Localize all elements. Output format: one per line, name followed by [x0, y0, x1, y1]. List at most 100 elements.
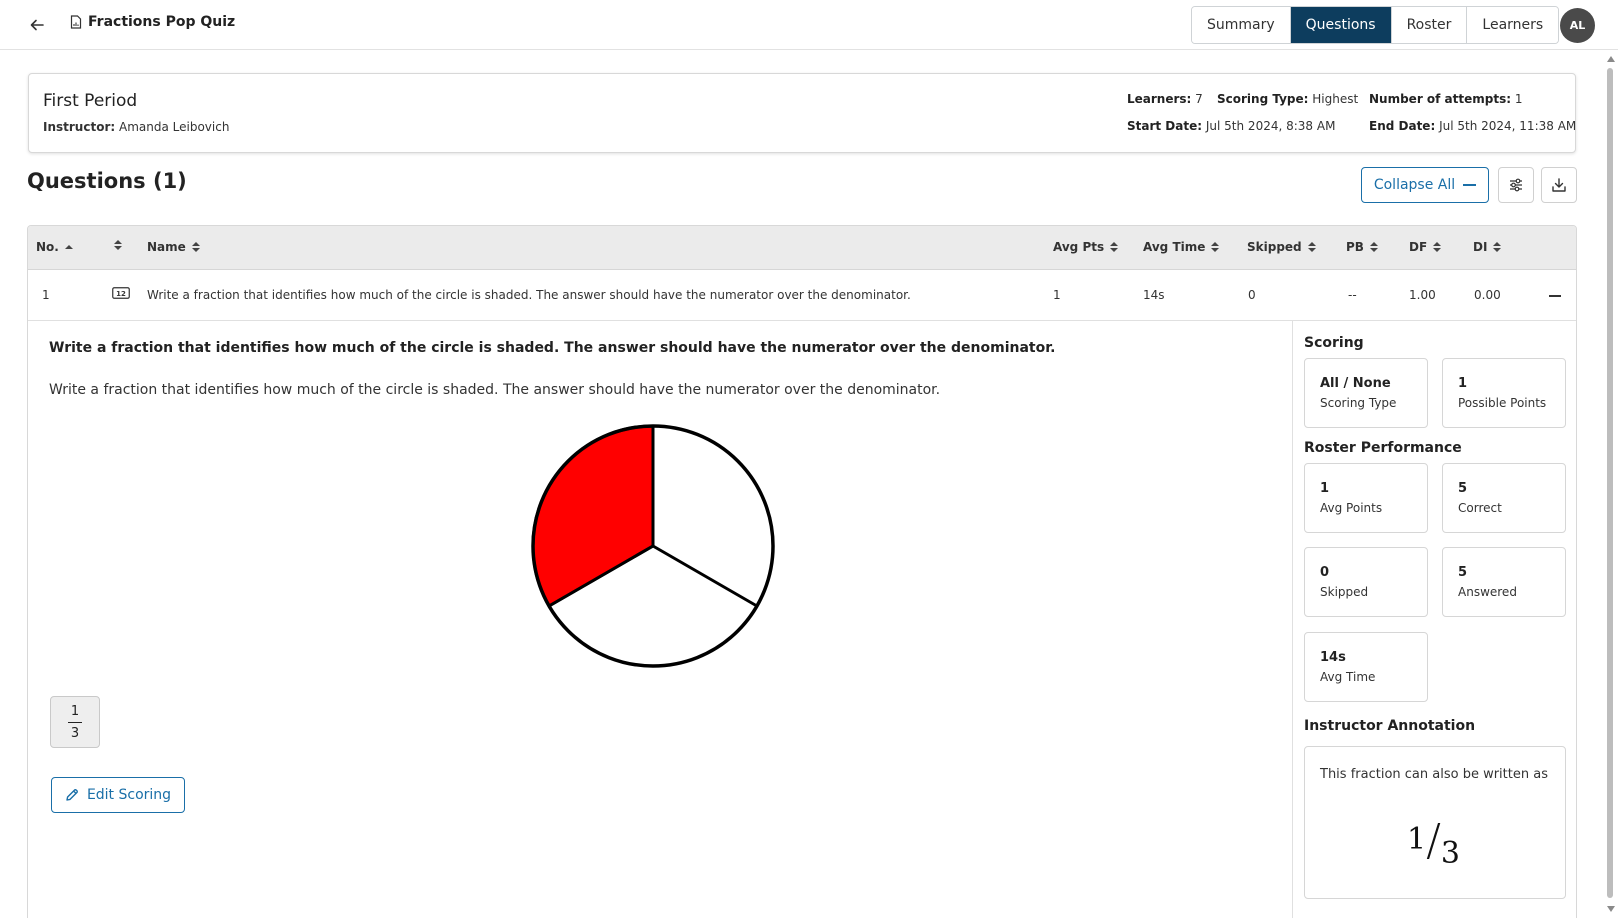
scroll-down-arrow[interactable]: [1607, 906, 1615, 912]
user-avatar[interactable]: AL: [1560, 8, 1595, 43]
tab-summary[interactable]: Summary: [1192, 7, 1291, 43]
period-name: First Period: [43, 91, 138, 111]
numeric-answer-icon: 12: [112, 287, 130, 302]
column-no-label: No.: [36, 240, 59, 254]
stat-label: Correct: [1458, 501, 1502, 515]
questions-heading: Questions (1): [27, 169, 187, 193]
column-header-skipped[interactable]: Skipped: [1247, 240, 1316, 254]
df-value: 1.00: [1409, 288, 1436, 302]
column-name-label: Name: [147, 240, 186, 254]
column-header-name[interactable]: Name: [147, 240, 200, 254]
quiz-title-group: Fractions Pop Quiz: [70, 14, 235, 30]
pencil-icon: [66, 789, 78, 801]
filter-settings-button[interactable]: [1498, 167, 1534, 203]
column-header-avg-pts[interactable]: Avg Pts: [1053, 240, 1119, 254]
question-stats-panel: Scoring All / None Scoring Type 1 Possib…: [1292, 321, 1576, 918]
instructor-info: Instructor: Amanda Leibovich: [43, 120, 229, 134]
start-date-label: Start Date:: [1127, 119, 1203, 133]
learners-label: Learners:: [1127, 92, 1192, 106]
fraction-bar: [68, 721, 82, 723]
scroll-up-arrow[interactable]: [1607, 56, 1615, 62]
question-title: Write a fraction that identifies how muc…: [49, 340, 1056, 356]
download-button[interactable]: [1541, 167, 1577, 203]
sort-icon: [1211, 242, 1220, 252]
sort-icon: [1493, 242, 1502, 252]
start-date-info: Start Date: Jul 5th 2024, 8:38 AM: [1127, 119, 1335, 133]
skipped-value: 0: [1248, 288, 1256, 302]
collapse-all-button[interactable]: Collapse All: [1361, 167, 1489, 203]
attempts-label: Number of attempts:: [1369, 92, 1512, 106]
sort-icon: [1433, 242, 1442, 252]
end-date-info: End Date: Jul 5th 2024, 11:38 AM: [1369, 119, 1576, 133]
stat-label: Avg Points: [1320, 501, 1383, 515]
column-header-no[interactable]: No.: [36, 240, 73, 254]
download-icon: [1552, 178, 1566, 192]
stat-label: Answered: [1458, 585, 1517, 599]
top-bar: Fractions Pop Quiz Summary Questions Ros…: [0, 0, 1618, 50]
column-avg-pts-label: Avg Pts: [1053, 240, 1105, 254]
column-di-label: DI: [1473, 240, 1488, 254]
stat-label: Avg Time: [1320, 670, 1376, 684]
correct-answer-chip: 1 3: [50, 696, 100, 748]
stat-value: 14s: [1320, 650, 1346, 665]
sort-icon: [1110, 242, 1119, 252]
column-header-df[interactable]: DF: [1409, 240, 1442, 254]
column-skipped-label: Skipped: [1247, 240, 1302, 254]
tab-learners[interactable]: Learners: [1467, 7, 1559, 43]
scoring-heading: Scoring: [1304, 335, 1364, 351]
pb-value: --: [1348, 288, 1357, 302]
annotation-fraction: 1/3: [1407, 815, 1460, 871]
page-scrollbar[interactable]: [1604, 52, 1616, 918]
annotation-denominator: 3: [1440, 836, 1461, 871]
attempts-value: 1: [1514, 92, 1523, 106]
stat-value: All / None: [1320, 376, 1391, 391]
learners-count: Learners: 7: [1127, 92, 1203, 106]
possible-points-card: 1 Possible Points: [1442, 358, 1566, 428]
correct-card: 5 Correct: [1442, 463, 1566, 533]
sort-ascending-icon: [64, 245, 73, 249]
stat-value: 1: [1458, 376, 1468, 391]
tab-questions[interactable]: Questions: [1290, 7, 1392, 43]
question-name: Write a fraction that identifies how muc…: [147, 288, 911, 302]
annotation-numerator: 1: [1407, 822, 1427, 857]
sort-icon: [114, 240, 122, 250]
shaded-circle-image: [531, 424, 775, 668]
scoring-type-value: Highest: [1312, 92, 1359, 106]
attempts-info: Number of attempts: 1: [1369, 92, 1523, 106]
sliders-icon: [1510, 178, 1522, 192]
class-info-card: First Period Instructor: Amanda Leibovic…: [28, 73, 1576, 153]
end-date-value: Jul 5th 2024, 11:38 AM: [1439, 119, 1577, 133]
collapse-row-icon[interactable]: [1549, 295, 1561, 297]
column-df-label: DF: [1409, 240, 1428, 254]
stat-value: 5: [1458, 565, 1468, 580]
scroll-thumb[interactable]: [1607, 68, 1613, 898]
learners-value: 7: [1195, 92, 1203, 106]
svg-text:12: 12: [116, 290, 126, 298]
view-tabs: Summary Questions Roster Learners: [1191, 6, 1560, 44]
column-header-di[interactable]: DI: [1473, 240, 1502, 254]
sort-icon: [191, 242, 200, 252]
start-date-value: Jul 5th 2024, 8:38 AM: [1205, 119, 1336, 133]
column-header-type[interactable]: [114, 240, 122, 250]
edit-scoring-button[interactable]: Edit Scoring: [51, 777, 185, 813]
question-detail: Write a fraction that identifies how muc…: [28, 321, 1292, 918]
table-row[interactable]: 1 12 Write a fraction that identifies ho…: [28, 270, 1576, 321]
edit-scoring-label: Edit Scoring: [86, 787, 172, 803]
answered-card: 5 Answered: [1442, 547, 1566, 617]
stat-value: 1: [1320, 481, 1330, 496]
avg-pts-value: 1: [1053, 288, 1061, 302]
answer-denominator: 3: [70, 725, 80, 741]
row-number: 1: [42, 288, 50, 302]
scoring-type-label: Scoring Type:: [1217, 92, 1309, 106]
column-header-pb[interactable]: PB: [1346, 240, 1378, 254]
sort-icon: [1307, 242, 1316, 252]
avg-time-card: 14s Avg Time: [1304, 632, 1428, 702]
annotation-text: This fraction can also be written as: [1320, 767, 1548, 782]
instructor-name: Amanda Leibovich: [119, 120, 230, 134]
tab-roster[interactable]: Roster: [1391, 7, 1468, 43]
arrow-left-icon: [30, 19, 44, 31]
collapse-all-label: Collapse All: [1373, 177, 1456, 193]
stat-value: 0: [1320, 565, 1330, 580]
column-header-avg-time[interactable]: Avg Time: [1143, 240, 1220, 254]
back-button[interactable]: [24, 12, 50, 38]
